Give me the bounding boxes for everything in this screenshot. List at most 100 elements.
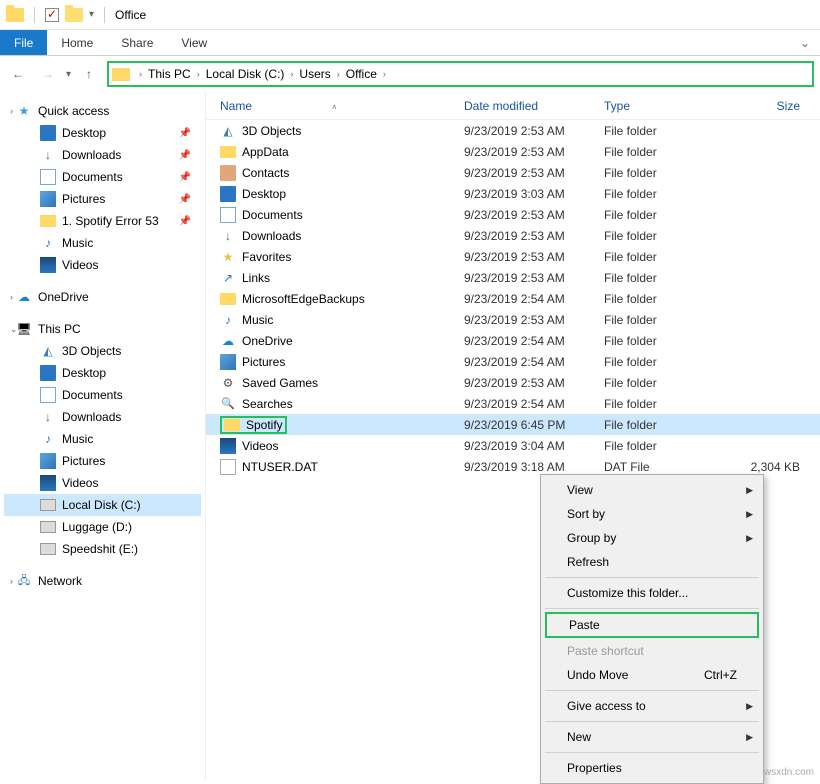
music-icon — [220, 312, 236, 328]
breadcrumb-item[interactable]: Office — [343, 67, 380, 81]
sidebar-item[interactable]: Speedshit (E:) — [4, 538, 201, 560]
chevron-icon[interactable]: › — [194, 69, 203, 79]
separator — [545, 690, 759, 691]
sidebar-item[interactable]: Downloads — [4, 406, 201, 428]
menu-view[interactable]: View▶ — [543, 478, 761, 502]
forward-button[interactable]: → — [36, 62, 60, 86]
file-row[interactable]: Desktop9/23/2019 3:03 AMFile folder — [206, 183, 820, 204]
folder-icon[interactable] — [6, 8, 24, 22]
address-bar[interactable]: › This PC › Local Disk (C:) › Users › Of… — [107, 61, 814, 87]
qat-dropdown-icon[interactable]: ▾ — [89, 9, 94, 20]
menu-paste[interactable]: Paste — [545, 612, 759, 638]
cloud-icon — [16, 289, 32, 305]
file-tab[interactable]: File — [0, 30, 47, 55]
history-dropdown-icon[interactable]: ▾ — [66, 69, 71, 80]
back-button[interactable]: ← — [6, 62, 30, 86]
menu-properties[interactable]: Properties — [543, 756, 761, 780]
file-row[interactable]: Videos9/23/2019 3:04 AMFile folder — [206, 435, 820, 456]
view-tab[interactable]: View — [167, 30, 221, 55]
sidebar-item[interactable]: Desktop — [4, 362, 201, 384]
expand-icon[interactable]: › — [10, 106, 13, 116]
menu-refresh[interactable]: Refresh — [543, 550, 761, 574]
folder-icon — [220, 146, 236, 158]
fav-icon — [220, 249, 236, 265]
file-row[interactable]: Music9/23/2019 2:53 AMFile folder — [206, 309, 820, 330]
menu-give-access[interactable]: Give access to▶ — [543, 694, 761, 718]
breadcrumb-item[interactable]: Local Disk (C:) — [203, 67, 288, 81]
file-row[interactable]: Pictures9/23/2019 2:54 AMFile folder — [206, 351, 820, 372]
sidebar-item[interactable]: Music — [4, 232, 201, 254]
menu-sort[interactable]: Sort by▶ — [543, 502, 761, 526]
onedrive-item[interactable]: ›OneDrive — [4, 286, 201, 308]
file-row[interactable]: Saved Games9/23/2019 2:53 AMFile folder — [206, 372, 820, 393]
menu-new[interactable]: New▶ — [543, 725, 761, 749]
chevron-right-icon: ▶ — [746, 509, 753, 520]
file-row[interactable]: Documents9/23/2019 2:53 AMFile folder — [206, 204, 820, 225]
menu-undo[interactable]: Undo MoveCtrl+Z — [543, 663, 761, 687]
video-icon — [40, 475, 56, 491]
share-tab[interactable]: Share — [107, 30, 167, 55]
sidebar-item[interactable]: 1. Spotify Error 53📌 — [4, 210, 201, 232]
file-date: 9/23/2019 3:04 AM — [464, 439, 604, 453]
sidebar-item[interactable]: Music — [4, 428, 201, 450]
file-name: Music — [242, 313, 273, 327]
up-button[interactable]: ↑ — [77, 62, 101, 86]
sidebar-item[interactable]: Pictures📌 — [4, 188, 201, 210]
chevron-icon[interactable]: › — [287, 69, 296, 79]
breadcrumb-item[interactable]: This PC — [145, 67, 194, 81]
file-name: Favorites — [242, 250, 291, 264]
sidebar-item[interactable]: Luggage (D:) — [4, 516, 201, 538]
properties-icon[interactable] — [45, 8, 59, 22]
file-row[interactable]: MicrosoftEdgeBackups9/23/2019 2:54 AMFil… — [206, 288, 820, 309]
name-column[interactable]: Name˄ — [212, 99, 464, 113]
quick-access-header[interactable]: ›Quick access — [4, 100, 201, 122]
file-row[interactable]: Spotify9/23/2019 6:45 PMFile folder — [206, 414, 820, 435]
file-row[interactable]: Favorites9/23/2019 2:53 AMFile folder — [206, 246, 820, 267]
menu-group[interactable]: Group by▶ — [543, 526, 761, 550]
chevron-icon[interactable]: › — [136, 69, 145, 79]
file-type: File folder — [604, 229, 714, 243]
home-tab[interactable]: Home — [47, 30, 107, 55]
file-name: Searches — [242, 397, 293, 411]
this-pc-header[interactable]: ⌄This PC — [4, 318, 201, 340]
breadcrumb-item[interactable]: Users — [296, 67, 333, 81]
chevron-icon[interactable]: › — [380, 69, 389, 79]
file-row[interactable]: Links9/23/2019 2:53 AMFile folder — [206, 267, 820, 288]
chevron-icon[interactable]: › — [334, 69, 343, 79]
file-type: File folder — [604, 397, 714, 411]
sidebar-item[interactable]: Pictures — [4, 450, 201, 472]
sidebar-item[interactable]: Downloads📌 — [4, 144, 201, 166]
file-name: Saved Games — [242, 376, 318, 390]
disk-icon — [40, 521, 56, 533]
sidebar-item[interactable]: Videos — [4, 472, 201, 494]
sidebar-item[interactable]: Local Disk (C:) — [4, 494, 201, 516]
cloud-icon — [220, 333, 236, 349]
file-row[interactable]: Downloads9/23/2019 2:53 AMFile folder — [206, 225, 820, 246]
file-date: 9/23/2019 2:53 AM — [464, 313, 604, 327]
type-column[interactable]: Type — [604, 99, 714, 113]
sidebar-item[interactable]: Documents📌 — [4, 166, 201, 188]
size-column[interactable]: Size — [714, 99, 820, 113]
network-item[interactable]: ›Network — [4, 570, 201, 592]
sidebar-item[interactable]: 3D Objects — [4, 340, 201, 362]
date-column[interactable]: Date modified — [464, 99, 604, 113]
pin-icon: 📌 — [179, 150, 201, 161]
file-row[interactable]: Searches9/23/2019 2:54 AMFile folder — [206, 393, 820, 414]
collapse-icon[interactable]: ⌄ — [10, 324, 18, 335]
expand-icon[interactable]: › — [10, 292, 13, 302]
file-row[interactable]: AppData9/23/2019 2:53 AMFile folder — [206, 141, 820, 162]
sidebar-item[interactable]: Videos — [4, 254, 201, 276]
pin-icon: 📌 — [179, 216, 201, 227]
sidebar-item[interactable]: Documents — [4, 384, 201, 406]
file-row[interactable]: OneDrive9/23/2019 2:54 AMFile folder — [206, 330, 820, 351]
file-row[interactable]: Contacts9/23/2019 2:53 AMFile folder — [206, 162, 820, 183]
sidebar-item[interactable]: Desktop📌 — [4, 122, 201, 144]
expand-ribbon-icon[interactable]: ⌄ — [790, 30, 820, 55]
navigation-pane: ›Quick access Desktop📌Downloads📌Document… — [0, 92, 206, 780]
link-icon — [220, 270, 236, 286]
expand-icon[interactable]: › — [10, 576, 13, 586]
new-folder-icon[interactable] — [65, 8, 83, 22]
menu-customize[interactable]: Customize this folder... — [543, 581, 761, 605]
file-row[interactable]: 3D Objects9/23/2019 2:53 AMFile folder — [206, 120, 820, 141]
dl-icon — [220, 228, 236, 244]
